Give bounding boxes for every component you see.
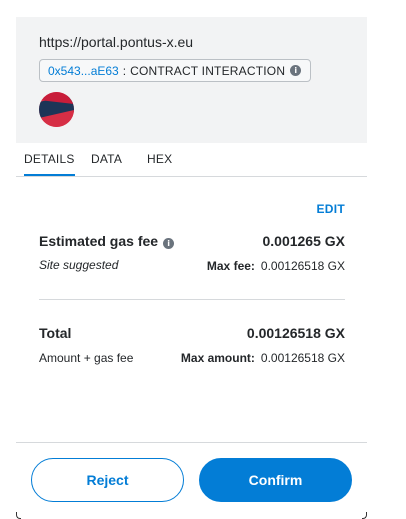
gas-fee-label-text: Estimated gas fee bbox=[39, 233, 159, 249]
max-amount-label: Max amount: bbox=[180, 351, 255, 365]
max-fee-label: Max fee: bbox=[206, 259, 255, 273]
gas-info-icon[interactable]: i bbox=[163, 238, 175, 249]
origin-url: https://portal.pontus-x.eu bbox=[39, 34, 194, 50]
confirm-transaction-panel: https://portal.pontus-x.eu 0x543...aE63 … bbox=[16, 17, 367, 519]
tab-bar: DETAILS DATA HEX bbox=[16, 143, 367, 177]
gas-fee-label: Estimated gas fee i bbox=[39, 233, 175, 249]
account-avatar-icon bbox=[39, 92, 74, 127]
tab-data[interactable]: DATA bbox=[91, 152, 122, 166]
max-fee-value: 0.00126518 GX bbox=[260, 259, 345, 273]
section-divider bbox=[39, 299, 345, 300]
contract-interaction-chip[interactable]: 0x543...aE63 : CONTRACT INTERACTION i bbox=[39, 59, 311, 82]
gas-fee-sublabel: Site suggested bbox=[39, 258, 119, 272]
total-value: 0.00126518 GX bbox=[246, 325, 345, 341]
contract-type-label: CONTRACT INTERACTION bbox=[130, 63, 286, 78]
confirm-button[interactable]: Confirm bbox=[199, 458, 352, 502]
total-label: Total bbox=[39, 325, 72, 341]
tab-hex[interactable]: HEX bbox=[147, 152, 172, 166]
gas-fee-value: 0.001265 GX bbox=[262, 233, 345, 249]
reject-button[interactable]: Reject bbox=[31, 458, 184, 502]
max-amount-row: Max amount: 0.00126518 GX bbox=[181, 351, 345, 365]
address-separator: : bbox=[122, 63, 127, 78]
edit-gas-button[interactable]: EDIT bbox=[316, 202, 345, 216]
max-fee-row: Max fee: 0.00126518 GX bbox=[207, 259, 345, 273]
transaction-header: https://portal.pontus-x.eu 0x543...aE63 … bbox=[16, 17, 367, 143]
total-sublabel: Amount + gas fee bbox=[39, 351, 134, 365]
footer-divider bbox=[16, 442, 367, 443]
max-amount-value: 0.00126518 GX bbox=[260, 351, 345, 365]
tab-details[interactable]: DETAILS bbox=[24, 152, 75, 176]
info-icon[interactable]: i bbox=[290, 65, 302, 76]
contract-address[interactable]: 0x543...aE63 bbox=[48, 64, 119, 78]
